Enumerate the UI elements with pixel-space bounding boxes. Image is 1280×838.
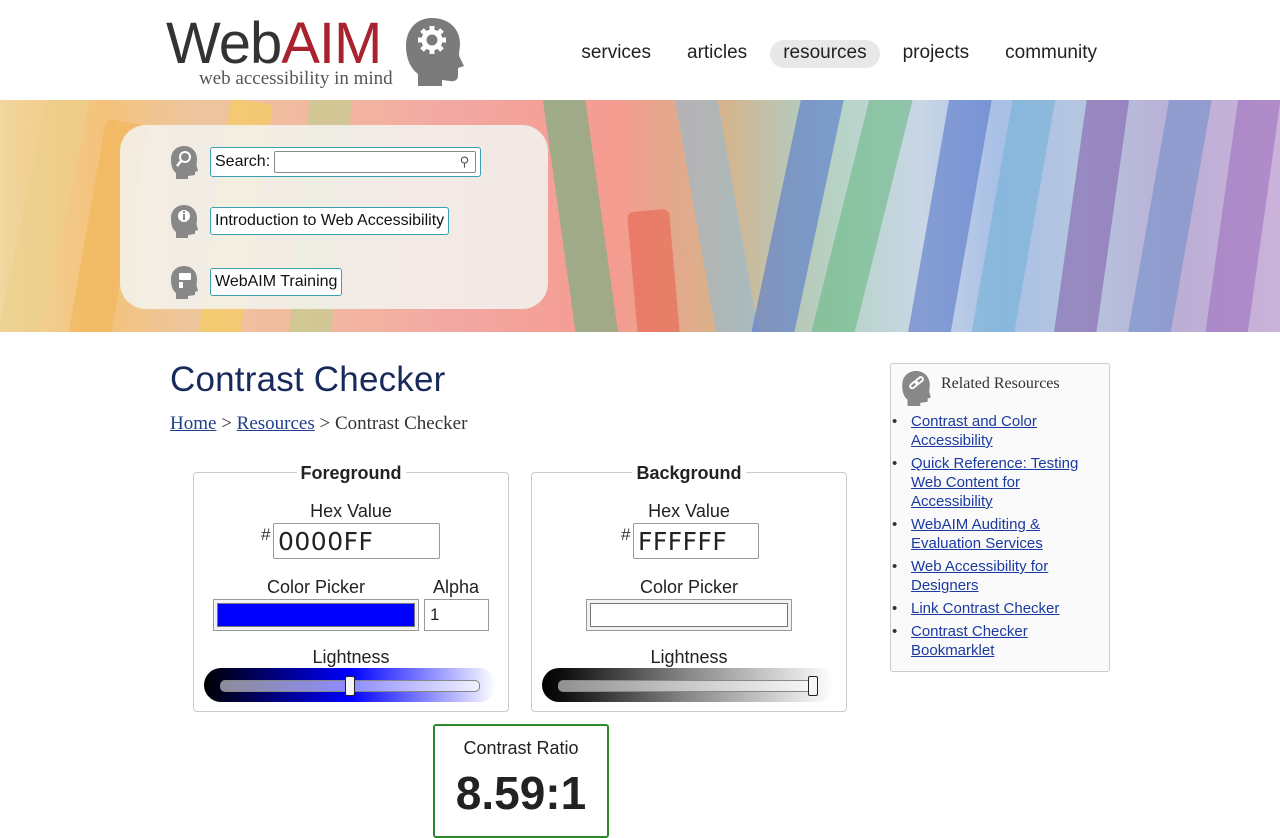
related-resources-title: Related Resources — [941, 375, 1060, 392]
contrast-ratio-label: Contrast Ratio — [463, 738, 579, 758]
fg-picker-label: Color Picker — [266, 577, 366, 597]
bg-lightness-label: Lightness — [650, 647, 728, 667]
nav-articles[interactable]: articles — [674, 40, 760, 68]
fg-color-swatch — [217, 603, 415, 627]
fg-lightness-slider[interactable] — [204, 668, 496, 702]
bg-picker-label: Color Picker — [639, 577, 739, 597]
background-legend: Background — [532, 463, 846, 484]
page-title: Contrast Checker — [170, 360, 446, 399]
breadcrumb-current: Contrast Checker — [334, 413, 468, 434]
nav-services[interactable]: services — [568, 40, 664, 68]
fg-hash: # — [261, 525, 271, 544]
nav-projects[interactable]: projects — [890, 40, 983, 68]
search-form: Search: ⚲ — [210, 147, 482, 177]
bg-lightness-slider[interactable] — [542, 668, 834, 702]
breadcrumb-separator: > — [221, 413, 232, 434]
bg-hex-input[interactable]: FFFFFF — [633, 523, 759, 559]
foreground-legend: Foreground — [194, 463, 508, 484]
link-auditing-services[interactable]: WebAIM Auditing & Evaluation Services — [911, 516, 1043, 552]
intro-link[interactable]: Introduction to Web Accessibility — [210, 207, 450, 235]
nav-community[interactable]: community — [992, 40, 1110, 68]
list-item: Quick Reference: Testing Web Content for… — [892, 454, 1101, 511]
head-info-icon — [171, 205, 198, 238]
quicklinks-box: Search: ⚲ Introduction to Web Accessibil… — [120, 125, 548, 309]
search-input[interactable]: ⚲ — [274, 151, 477, 173]
breadcrumb-resources[interactable]: Resources — [237, 413, 315, 434]
fg-hex-input[interactable]: 0000FF — [273, 523, 440, 559]
list-item: Contrast and Color Accessibility — [892, 412, 1101, 450]
logo-tagline: web accessibility in mind — [199, 68, 393, 89]
fg-lightness-label: Lightness — [312, 647, 390, 667]
magnifier-icon[interactable]: ⚲ — [460, 154, 470, 170]
breadcrumb: Home > Resources > Contrast Checker — [170, 413, 467, 435]
head-training-icon — [171, 266, 198, 299]
intro-row: Introduction to Web Accessibility — [170, 204, 450, 238]
contrast-ratio-value: 8.59:1 — [455, 767, 587, 819]
training-link[interactable]: WebAIM Training — [210, 268, 343, 296]
head-link-icon — [902, 371, 931, 406]
fg-color-picker[interactable] — [213, 599, 419, 631]
fg-slider-thumb[interactable] — [345, 676, 355, 696]
list-item: Contrast Checker Bookmarklet — [892, 622, 1101, 660]
fg-alpha-label: Alpha — [432, 577, 480, 597]
link-contrast-bookmarklet[interactable]: Contrast Checker Bookmarklet — [911, 623, 1028, 659]
breadcrumb-home[interactable]: Home — [170, 413, 216, 434]
contrast-ratio-box: Contrast Ratio 8.59:1 — [433, 724, 609, 838]
related-resources: Related Resources Contrast and Color Acc… — [890, 363, 1110, 672]
breadcrumb-separator: > — [319, 413, 331, 434]
background-panel: Background Hex Value # FFFFFF Color Pick… — [531, 463, 847, 712]
logo-wordmark: WebAIM — [166, 11, 382, 76]
link-contrast-color[interactable]: Contrast and Color Accessibility — [911, 413, 1037, 449]
bg-slider-track — [558, 680, 818, 692]
link-accessibility-designers[interactable]: Web Accessibility for Designers — [911, 558, 1048, 594]
related-links-list: Contrast and Color Accessibility Quick R… — [892, 412, 1101, 664]
bg-color-picker[interactable] — [586, 599, 792, 631]
head-search-icon — [171, 146, 198, 179]
main-nav: services articles resources projects com… — [568, 40, 1110, 68]
nav-resources[interactable]: resources — [770, 40, 880, 68]
fg-hex-label: Hex Value — [310, 501, 392, 521]
bg-slider-thumb[interactable] — [808, 676, 818, 696]
link-link-contrast-checker[interactable]: Link Contrast Checker — [911, 600, 1059, 617]
list-item: Link Contrast Checker — [892, 599, 1101, 618]
foreground-panel: Foreground Hex Value # 0000FF Color Pick… — [193, 463, 509, 712]
head-gear-icon — [406, 18, 464, 86]
list-item: Web Accessibility for Designers — [892, 557, 1101, 595]
site-header: WebAIM web accessibility in mind service… — [0, 0, 1280, 101]
fg-alpha-input[interactable]: 1 — [424, 599, 489, 631]
bg-hash: # — [621, 525, 631, 544]
bg-hex-label: Hex Value — [648, 501, 730, 521]
list-item: WebAIM Auditing & Evaluation Services — [892, 515, 1101, 553]
link-quick-reference[interactable]: Quick Reference: Testing Web Content for… — [911, 455, 1078, 510]
training-row: WebAIM Training — [170, 265, 343, 299]
search-row: Search: ⚲ — [170, 145, 482, 179]
webaim-logo[interactable]: WebAIM web accessibility in mind — [166, 14, 466, 92]
search-label: Search: — [215, 153, 271, 170]
bg-color-swatch — [590, 603, 788, 627]
